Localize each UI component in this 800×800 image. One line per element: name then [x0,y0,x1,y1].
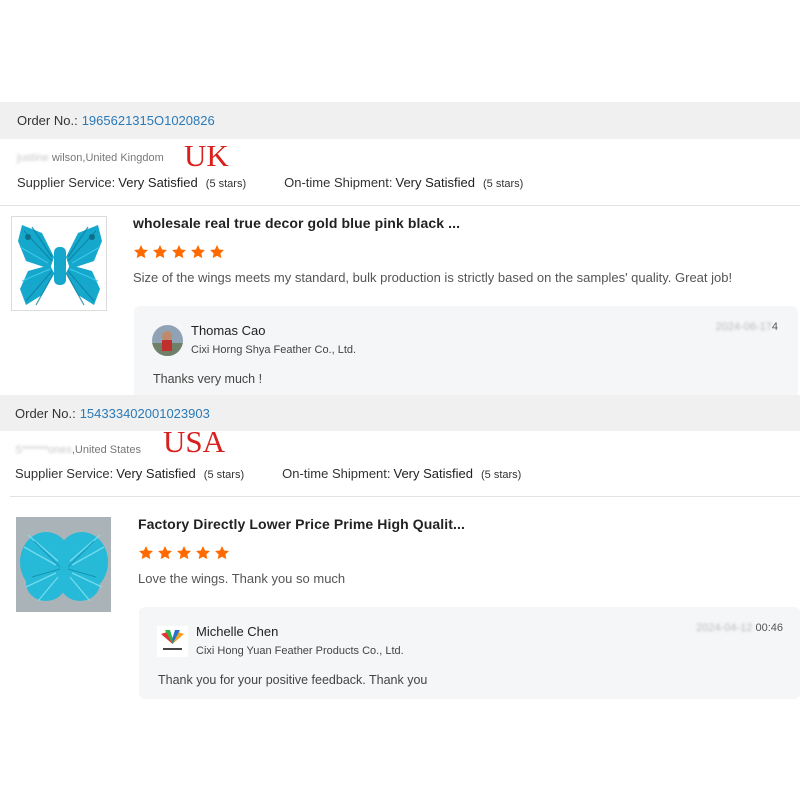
reply-date-visible: 4 [771,321,778,333]
star-icon [210,244,224,259]
divider [0,205,800,206]
country-tag: USA [163,424,226,459]
shipment-value: Very Satisfied [395,175,476,190]
reply-date-blurred: 2024-06-17 [715,321,772,333]
product-thumbnail[interactable] [11,216,107,311]
feather-wings-image [16,517,111,612]
supplier-service-value: Very Satisfied [118,175,198,190]
star-icon [153,244,167,259]
ratings-row: Supplier Service: Very Satisfied (5 stars)… [15,466,521,481]
supplier-service-value: Very Satisfied [116,466,196,481]
order-label: Order No.: [17,113,78,128]
order-number-link[interactable]: 1965621315O1020826 [82,113,215,128]
reply-text: Thank you for your positive feedback. Th… [158,673,428,687]
reply-author-name: Thomas Cao [191,323,266,338]
buyer-info: justine wilson,United Kingdom [17,152,164,164]
buyer-location: ,United States [71,444,141,456]
divider [10,496,800,497]
star-icon [191,244,205,259]
reply-date-blurred: 2024-04-12 [696,622,753,634]
shipment-label: On-time Shipment: [282,466,391,481]
product-thumbnail[interactable] [16,517,111,612]
buyer-location: wilson,United Kingdom [48,152,164,164]
order-bar: Order No.: 1965621315O1020826 [0,102,800,139]
reply-text: Thanks very much ! [153,372,263,386]
country-tag: UK [184,138,229,173]
product-title-link[interactable]: Factory Directly Lower Price Prime High … [138,516,465,532]
ratings-row: Supplier Service: Very Satisfied (5 stars)… [17,175,523,190]
product-title-link[interactable]: wholesale real true decor gold blue pink… [133,215,460,231]
avatar [152,325,183,356]
reply-author-name: Michelle Chen [196,624,279,639]
star-icon [134,244,148,259]
star-icon [215,545,229,560]
supplier-service-stars: (5 stars) [205,178,247,190]
order-label: Order No.: [15,405,76,421]
seller-reply: Michelle Chen Cixi Hong Yuan Feather Pro… [139,607,800,699]
supplier-service-stars: (5 stars) [203,469,245,481]
supplier-service-label: Supplier Service: [15,466,114,481]
shipment-stars: (5 stars) [481,469,522,481]
review-text: Love the wings. Thank you so much [138,571,346,586]
product-rating [133,244,225,260]
avatar [157,626,188,657]
supplier-service-label: Supplier Service: [17,175,116,190]
review-text: Size of the wings meets my standard, bul… [133,270,733,285]
buyer-info: S******ones,United States [15,444,141,456]
star-icon [196,545,210,560]
buyer-name-blurred: S******ones [15,444,72,456]
reply-date: 2024-04-12 00:46 [696,622,783,634]
feather-wings-image [12,217,106,310]
buyer-name-blurred: justine [17,152,49,164]
star-icon [139,545,153,560]
hongyuan-logo-avatar [157,626,188,657]
reply-company-name: Cixi Hong Yuan Feather Products Co., Ltd… [196,645,404,657]
star-icon [158,545,172,560]
star-icon [177,545,191,560]
seller-reply: Thomas Cao Cixi Horng Shya Feather Co., … [134,306,798,400]
shipment-stars: (5 stars) [483,178,524,190]
star-icon [172,244,186,259]
reply-company-name: Cixi Horng Shya Feather Co., Ltd. [191,344,357,356]
reply-date-visible: 00:46 [752,622,783,634]
product-rating [138,545,230,561]
shipment-label: On-time Shipment: [284,175,393,190]
reply-date: 2024-06-174 [716,321,778,333]
user-photo-avatar [152,325,183,356]
order-bar: Order No.: 154333402001023903 [0,395,800,431]
order-number-link[interactable]: 154333402001023903 [80,406,210,421]
shipment-value: Very Satisfied [393,466,474,481]
